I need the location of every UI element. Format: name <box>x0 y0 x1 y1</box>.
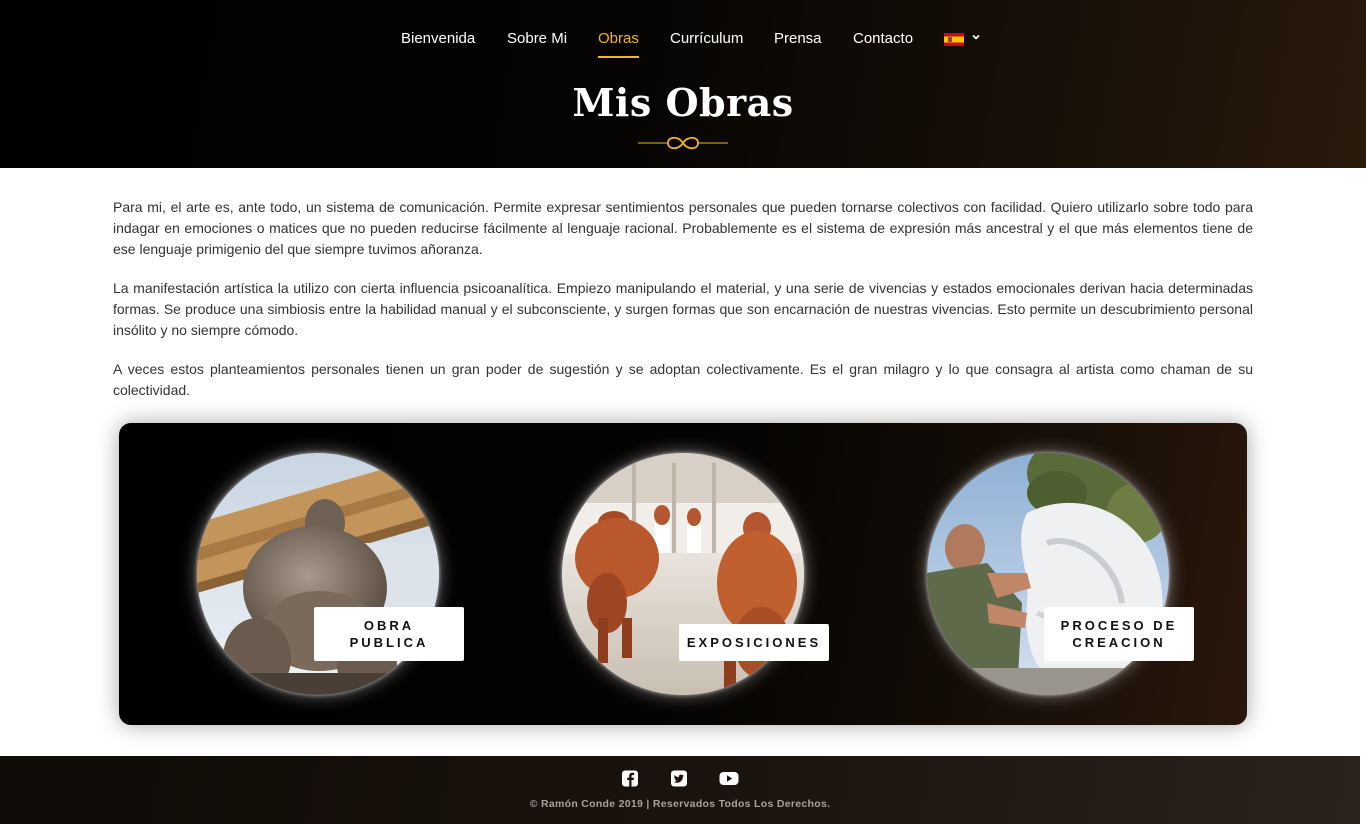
work-label-line: PUBLICA <box>349 635 429 650</box>
works-panel: OBRA PUBLICA EXPOSICIONES PROCESO DE CRE… <box>119 423 1247 725</box>
nav-item-curriculum[interactable]: Currículum <box>670 28 743 50</box>
nav-item-bienvenida[interactable]: Bienvenida <box>401 28 475 50</box>
work-card-exposiciones[interactable]: EXPOSICIONES <box>562 453 862 703</box>
main-nav: Bienvenida Sobre Mi Obras Currículum Pre… <box>0 28 1366 60</box>
nav-item-contacto[interactable]: Contacto <box>853 28 913 50</box>
work-card-proceso-de-creacion[interactable]: PROCESO DE CREACION <box>927 453 1227 703</box>
intro-paragraph: La manifestación artística la utilizo co… <box>113 280 1253 338</box>
twitter-icon[interactable] <box>669 770 689 787</box>
page-title: Mis Obras <box>572 80 794 125</box>
youtube-icon[interactable] <box>719 770 739 787</box>
site-header: Bienvenida Sobre Mi Obras Currículum Pre… <box>0 0 1366 168</box>
language-selector[interactable] <box>944 31 982 47</box>
nav-item-sobre-mi[interactable]: Sobre Mi <box>507 28 567 50</box>
work-card-obra-publica[interactable]: OBRA PUBLICA <box>197 453 497 703</box>
work-label-line: OBRA <box>363 618 415 633</box>
infinity-ornament-icon <box>638 136 728 150</box>
intro-paragraph: Para mi, el arte es, ante todo, un siste… <box>113 199 1253 257</box>
exposiciones-label[interactable]: EXPOSICIONES <box>679 624 829 661</box>
work-label-line: CREACION <box>1072 635 1166 650</box>
spain-flag-icon <box>944 33 964 46</box>
copyright-text: © Ramón Conde 2019 | Reservados Todos Lo… <box>529 798 831 810</box>
site-footer: © Ramón Conde 2019 | Reservados Todos Lo… <box>0 756 1360 824</box>
intro-paragraph: A veces estos planteamientos personales … <box>113 361 1253 398</box>
chevron-down-icon <box>972 34 980 40</box>
obra-publica-label[interactable]: OBRA PUBLICA <box>314 607 464 661</box>
work-label-line: PROCESO DE <box>1060 618 1178 633</box>
facebook-icon[interactable] <box>620 770 640 787</box>
intro-text: Para mi, el arte es, ante todo, un siste… <box>113 197 1253 419</box>
nav-item-prensa[interactable]: Prensa <box>774 28 822 50</box>
work-label-line: EXPOSICIONES <box>686 635 822 650</box>
nav-item-obras[interactable]: Obras <box>598 28 639 58</box>
proceso-de-creacion-label[interactable]: PROCESO DE CREACION <box>1044 607 1194 661</box>
